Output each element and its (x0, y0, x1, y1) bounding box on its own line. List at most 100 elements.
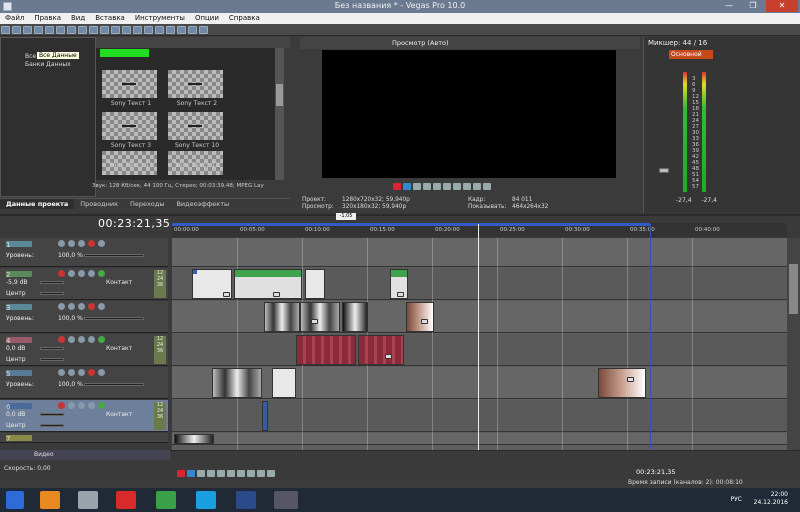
timeline-clip[interactable] (598, 368, 646, 398)
prev-frame-icon[interactable] (257, 470, 265, 477)
track-header-6[interactable]: 6 0,0 dB Контакт Центр 12 24 36 (0, 400, 168, 432)
track-header-3[interactable]: 3 Уровень: 100,0 % (0, 301, 168, 333)
language-indicator[interactable]: РУС (731, 496, 742, 503)
solo-icon[interactable] (78, 336, 85, 343)
pan-slider[interactable] (40, 358, 64, 361)
mute-icon[interactable] (88, 303, 95, 310)
normal-edit-tool-icon[interactable] (155, 26, 164, 34)
mute-icon[interactable] (88, 240, 95, 247)
cut-icon[interactable] (56, 26, 65, 34)
automation-icon[interactable] (58, 303, 65, 310)
prev-frame-icon[interactable] (473, 182, 481, 190)
timeline-clip[interactable] (305, 269, 325, 299)
render-icon[interactable] (45, 26, 54, 34)
taskbar-yandex-icon[interactable] (116, 491, 136, 509)
record-icon[interactable] (393, 182, 401, 190)
speed-control[interactable]: Скорость: 0,00 (4, 465, 51, 472)
redo-icon[interactable] (111, 26, 120, 34)
taskbar-app-icon[interactable] (236, 491, 256, 509)
undo-icon[interactable] (100, 26, 109, 34)
menu-insert[interactable]: Вставка (90, 13, 130, 24)
video-bus-row[interactable]: Видео (0, 450, 170, 460)
snap-icon[interactable] (122, 26, 131, 34)
menu-file[interactable]: Файл (0, 13, 29, 24)
pause-icon[interactable] (433, 182, 441, 190)
new-project-icon[interactable] (1, 26, 10, 34)
selection-tool-icon[interactable] (177, 26, 186, 34)
level-slider[interactable] (84, 254, 144, 257)
media-thumb[interactable] (168, 70, 223, 98)
copy-icon[interactable] (67, 26, 76, 34)
go-to-start-icon[interactable] (237, 470, 245, 477)
go-to-end-icon[interactable] (247, 470, 255, 477)
tab-transitions[interactable]: Переходы (124, 199, 170, 209)
record-arm-icon[interactable] (58, 336, 65, 343)
play-from-start-icon[interactable] (197, 470, 205, 477)
timeline-vertical-scrollbar[interactable] (787, 238, 800, 450)
timeline-clip[interactable] (406, 302, 434, 332)
invert-icon[interactable] (98, 270, 105, 277)
preview-quality-dropdown[interactable]: Просмотр (Авто) (392, 39, 449, 47)
volume-slider[interactable] (40, 281, 64, 284)
auto-ripple-icon[interactable] (133, 26, 142, 34)
timeline-clip[interactable] (192, 269, 232, 299)
start-windows-icon[interactable] (6, 491, 24, 509)
solo-icon[interactable] (98, 369, 105, 376)
tree-node-media-bins[interactable]: Банки Данных (25, 61, 71, 68)
taskbar-media-player-icon[interactable] (40, 491, 60, 509)
timeline-clip[interactable] (212, 368, 262, 398)
go-to-end-icon[interactable] (463, 182, 471, 190)
level-slider[interactable] (84, 317, 144, 320)
motion-icon[interactable] (68, 369, 75, 376)
tab-project-media[interactable]: Данные проекта (0, 198, 75, 209)
menu-options[interactable]: Опции (190, 13, 224, 24)
stop-icon[interactable] (443, 182, 451, 190)
track-number-chip[interactable]: 1 (6, 241, 32, 249)
timeline-clip[interactable] (264, 302, 300, 332)
delete-icon[interactable] (89, 26, 98, 34)
master-fader[interactable] (659, 168, 669, 173)
loop-region-bar[interactable] (172, 223, 650, 226)
audio-clip[interactable] (296, 335, 356, 365)
record-icon[interactable] (177, 470, 185, 477)
record-arm-icon[interactable] (58, 402, 65, 409)
play-icon[interactable] (207, 470, 215, 477)
lock-envelopes-icon[interactable] (144, 26, 153, 34)
loop-icon[interactable] (403, 182, 411, 190)
fx-icon[interactable] (78, 303, 85, 310)
fx-icon[interactable] (88, 270, 95, 277)
media-thumb[interactable] (168, 112, 223, 140)
menu-tools[interactable]: Инструменты (130, 13, 190, 24)
solo-icon[interactable] (78, 270, 85, 277)
clock[interactable]: 22:00 24.12.2016 (754, 491, 788, 507)
next-frame-icon[interactable] (267, 470, 275, 477)
track-mode[interactable]: Контакт (106, 345, 132, 352)
taskbar-explorer-icon[interactable] (78, 491, 98, 509)
media-thumb[interactable] (102, 70, 157, 98)
fx-icon[interactable] (78, 369, 85, 376)
playhead-cursor[interactable] (478, 224, 479, 458)
timeline-clip[interactable] (300, 302, 340, 332)
zoom-tool-icon[interactable] (188, 26, 197, 34)
track-number-chip[interactable]: 6 (6, 403, 32, 411)
mute-icon[interactable] (68, 336, 75, 343)
timeline-canvas[interactable] (172, 238, 787, 458)
play-from-start-icon[interactable] (413, 182, 421, 190)
next-frame-icon[interactable] (483, 182, 491, 190)
track-mode[interactable]: Контакт (106, 411, 132, 418)
track-number-chip[interactable]: 4 (6, 337, 32, 345)
track-header-2[interactable]: 2 -5,9 dB Контакт Центр 12 24 36 (0, 268, 168, 300)
mute-icon[interactable] (68, 270, 75, 277)
fx-icon[interactable] (78, 240, 85, 247)
pan-slider[interactable] (40, 292, 64, 295)
timeline-clip[interactable] (342, 302, 368, 332)
media-scrollbar[interactable] (275, 48, 284, 180)
solo-icon[interactable] (78, 402, 85, 409)
record-arm-icon[interactable] (58, 270, 65, 277)
track-lane-5[interactable] (172, 367, 787, 399)
fx-icon[interactable] (88, 402, 95, 409)
track-lane-4[interactable] (172, 334, 787, 366)
loop-end-marker[interactable] (650, 224, 651, 458)
solo-icon[interactable] (98, 240, 105, 247)
properties-icon[interactable] (34, 26, 43, 34)
